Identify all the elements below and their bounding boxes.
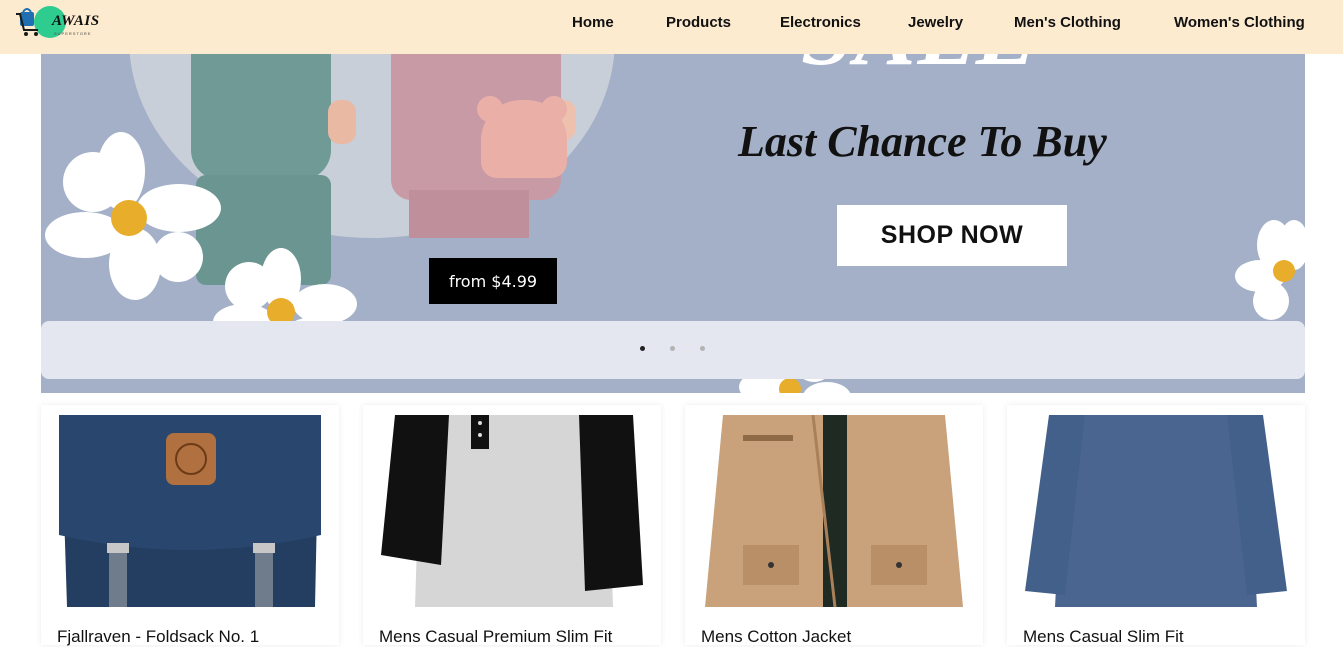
hero-tagline: Last Chance To Buy	[738, 117, 1107, 166]
shopping-cart-icon	[16, 8, 38, 36]
nav-womens-clothing[interactable]: Women's Clothing	[1174, 14, 1305, 31]
product-title[interactable]: Mens Cotton Jacket	[701, 627, 851, 647]
hero-banner: SALE Last Chance To Buy SHOP NOW from $4…	[41, 0, 1305, 393]
nav-home[interactable]: Home	[572, 14, 614, 31]
bag-ear	[541, 96, 567, 122]
daisy-flower	[45, 132, 221, 302]
nav-electronics[interactable]: Electronics	[780, 14, 861, 31]
product-grid: Fjallraven - Foldsack No. 1 Mens Casual …	[41, 405, 1305, 646]
carousel-dot-2[interactable]	[670, 346, 675, 351]
carousel-dot-3[interactable]	[700, 346, 705, 351]
kid-hand	[328, 100, 356, 144]
product-card[interactable]: Mens Casual Premium Slim Fit	[363, 405, 661, 647]
product-image[interactable]	[703, 415, 965, 607]
nav-jewelry[interactable]: Jewelry	[908, 14, 963, 31]
bag-ear	[477, 96, 503, 122]
product-image[interactable]	[381, 415, 643, 607]
brand-tagline: SUPERSTORE	[54, 31, 92, 36]
kid-pink-legs	[409, 190, 529, 238]
nav-mens-clothing[interactable]: Men's Clothing	[1014, 14, 1121, 31]
product-card[interactable]: Fjallraven - Foldsack No. 1	[41, 405, 339, 647]
product-card[interactable]: Mens Cotton Jacket	[685, 405, 983, 647]
product-title[interactable]: Fjallraven - Foldsack No. 1	[57, 627, 259, 647]
product-title[interactable]: Mens Casual Slim Fit	[1023, 627, 1184, 647]
nav-products[interactable]: Products	[666, 14, 731, 31]
product-image[interactable]	[59, 415, 321, 607]
brand-name: AWAIS	[52, 13, 100, 29]
price-badge: from $4.99	[429, 258, 557, 304]
carousel-dot-1[interactable]	[640, 346, 645, 351]
product-image[interactable]	[1025, 415, 1287, 607]
brand-logo[interactable]: AWAIS SUPERSTORE	[16, 4, 108, 42]
shop-now-button[interactable]: SHOP NOW	[837, 205, 1067, 266]
top-navbar: AWAIS SUPERSTORE Home Products Electroni…	[0, 0, 1343, 54]
product-card[interactable]: Mens Casual Slim Fit	[1007, 405, 1305, 647]
product-title[interactable]: Mens Casual Premium Slim Fit	[379, 627, 612, 647]
daisy-flower	[1235, 220, 1305, 320]
